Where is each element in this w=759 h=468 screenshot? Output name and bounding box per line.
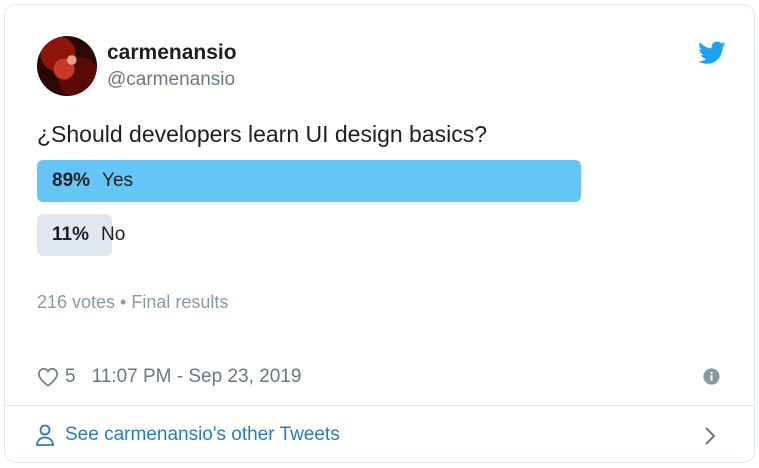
tweet-card: carmenansio @carmenansio ¿Should develop… — [4, 4, 755, 463]
poll-option-no: 11% No — [37, 214, 648, 256]
see-more-label[interactable]: See carmenansio's other Tweets — [65, 424, 340, 446]
divider — [5, 405, 754, 406]
info-icon[interactable] — [703, 368, 720, 385]
tweet-stats: 5 11:07 PM - Sep 23, 2019 — [37, 366, 301, 388]
poll-label: No — [100, 224, 126, 245]
display-name[interactable]: carmenansio — [107, 41, 237, 65]
avatar[interactable] — [37, 36, 97, 96]
poll-question: ¿Should developers learn UI design basic… — [37, 121, 488, 147]
poll-percent: 11% — [52, 224, 89, 245]
person-icon — [36, 424, 54, 446]
poll-label: Yes — [102, 170, 134, 191]
heart-icon[interactable] — [37, 367, 59, 387]
timestamp[interactable]: 11:07 PM - Sep 23, 2019 — [92, 366, 302, 388]
poll-option-text: 89% Yes — [52, 170, 133, 192]
poll-summary: 216 votes • Final results — [37, 292, 229, 312]
chevron-right-icon[interactable] — [704, 426, 716, 446]
poll-option-yes: 89% Yes — [37, 160, 648, 202]
poll-option-text: 11% No — [52, 224, 125, 246]
poll-percent: 89% — [52, 170, 91, 191]
like-count[interactable]: 5 — [65, 366, 76, 388]
user-handle[interactable]: @carmenansio — [107, 69, 235, 91]
see-more-link[interactable]: See carmenansio's other Tweets — [35, 424, 340, 446]
twitter-bird-icon[interactable] — [698, 41, 726, 65]
